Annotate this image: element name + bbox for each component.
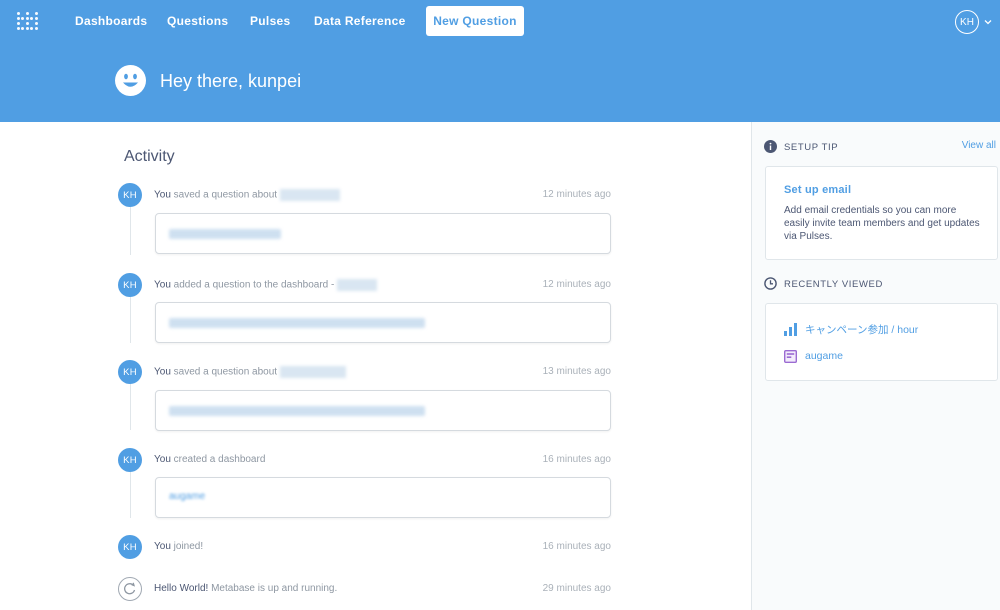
view-all-link[interactable]: View all [962, 140, 996, 151]
info-icon [764, 140, 777, 153]
activity-text: Hello World! Metabase is up and running. [154, 583, 337, 594]
activity-question-card[interactable] [155, 302, 611, 343]
activity-dashboard-card[interactable]: augame [155, 477, 611, 518]
recently-viewed-heading: RECENTLY VIEWED [784, 279, 883, 290]
setup-email-link[interactable]: Set up email [784, 184, 851, 196]
activity-action: joined! [173, 541, 204, 552]
activity-timestamp: 12 minutes ago [542, 279, 611, 290]
redacted-text [169, 406, 425, 416]
timeline-connector [130, 384, 131, 430]
redacted-text [337, 279, 378, 291]
greeting-heading: Hey there, kunpei [160, 71, 302, 91]
user-avatar: KH [118, 535, 142, 559]
metabase-logo-icon[interactable] [17, 12, 38, 30]
activity-timestamp: 12 minutes ago [542, 189, 611, 200]
dashboard-icon [784, 349, 797, 363]
nav-pulses-link[interactable]: Pulses [250, 14, 291, 28]
user-menu[interactable]: KH [955, 10, 995, 34]
right-sidebar: SETUP TIP View all Set up email Add emai… [751, 122, 1000, 610]
timeline-connector [130, 472, 131, 518]
sync-icon [118, 577, 142, 601]
activity-question-card[interactable] [155, 390, 611, 431]
nav-data-reference-link[interactable]: Data Reference [314, 14, 406, 28]
nav-questions-link[interactable]: Questions [167, 14, 228, 28]
recent-item-label: キャンペーン参加 / hour [805, 323, 919, 336]
activity-action: saved a question about [173, 189, 278, 201]
recent-item[interactable]: キャンペーン参加 / hour [784, 320, 918, 338]
activity-text: You saved a question about [154, 366, 346, 378]
new-question-button[interactable]: New Question [426, 6, 524, 36]
user-avatar: KH [955, 10, 979, 34]
setup-tip-heading: SETUP TIP [784, 142, 839, 153]
redacted-text [169, 318, 425, 328]
setup-tip-body: Add email credentials so you can more ea… [784, 205, 980, 242]
clock-icon [764, 277, 777, 290]
timeline-connector [130, 297, 131, 343]
nav-dashboards-link[interactable]: Dashboards [75, 14, 147, 28]
activity-heading: Activity [124, 148, 175, 165]
activity-text: You created a dashboard [154, 454, 265, 465]
chevron-down-icon [984, 20, 992, 25]
activity-actor: Hello World! [154, 583, 209, 594]
activity-actor: You [154, 366, 171, 378]
activity-text: You added a question to the dashboard - [154, 279, 378, 291]
activity-timestamp: 16 minutes ago [542, 541, 611, 552]
user-avatar: KH [118, 360, 142, 384]
redacted-text [279, 366, 346, 378]
smile-icon [115, 65, 146, 96]
redacted-text [279, 189, 340, 201]
activity-timestamp: 29 minutes ago [542, 583, 611, 594]
activity-actor: You [154, 541, 171, 552]
activity-actor: You [154, 189, 171, 201]
activity-question-card[interactable] [155, 213, 611, 254]
top-navigation-bar: Dashboards Questions Pulses Data Referen… [0, 0, 1000, 122]
activity-action: Metabase is up and running. [211, 583, 338, 594]
activity-actor: You [154, 454, 171, 465]
user-avatar: KH [118, 183, 142, 207]
user-avatar: KH [118, 448, 142, 472]
activity-action: added a question to the dashboard - [173, 279, 335, 291]
activity-actor: You [154, 279, 171, 291]
activity-action: created a dashboard [173, 454, 266, 465]
activity-text: You joined! [154, 541, 203, 552]
timeline-connector [130, 207, 131, 255]
recently-viewed-card: キャンペーン参加 / hour augame [765, 303, 998, 381]
setup-tip-card: Set up email Add email credentials so yo… [765, 166, 998, 260]
redacted-text [169, 229, 281, 239]
user-avatar: KH [118, 273, 142, 297]
activity-text: You saved a question about [154, 189, 340, 201]
activity-action: saved a question about [173, 366, 278, 378]
recent-item-label: augame [805, 350, 843, 362]
dashboard-link[interactable]: augame [169, 491, 205, 502]
recent-item[interactable]: augame [784, 347, 843, 365]
activity-timestamp: 16 minutes ago [542, 454, 611, 465]
activity-timestamp: 13 minutes ago [542, 366, 611, 377]
bar-chart-icon [784, 322, 797, 336]
